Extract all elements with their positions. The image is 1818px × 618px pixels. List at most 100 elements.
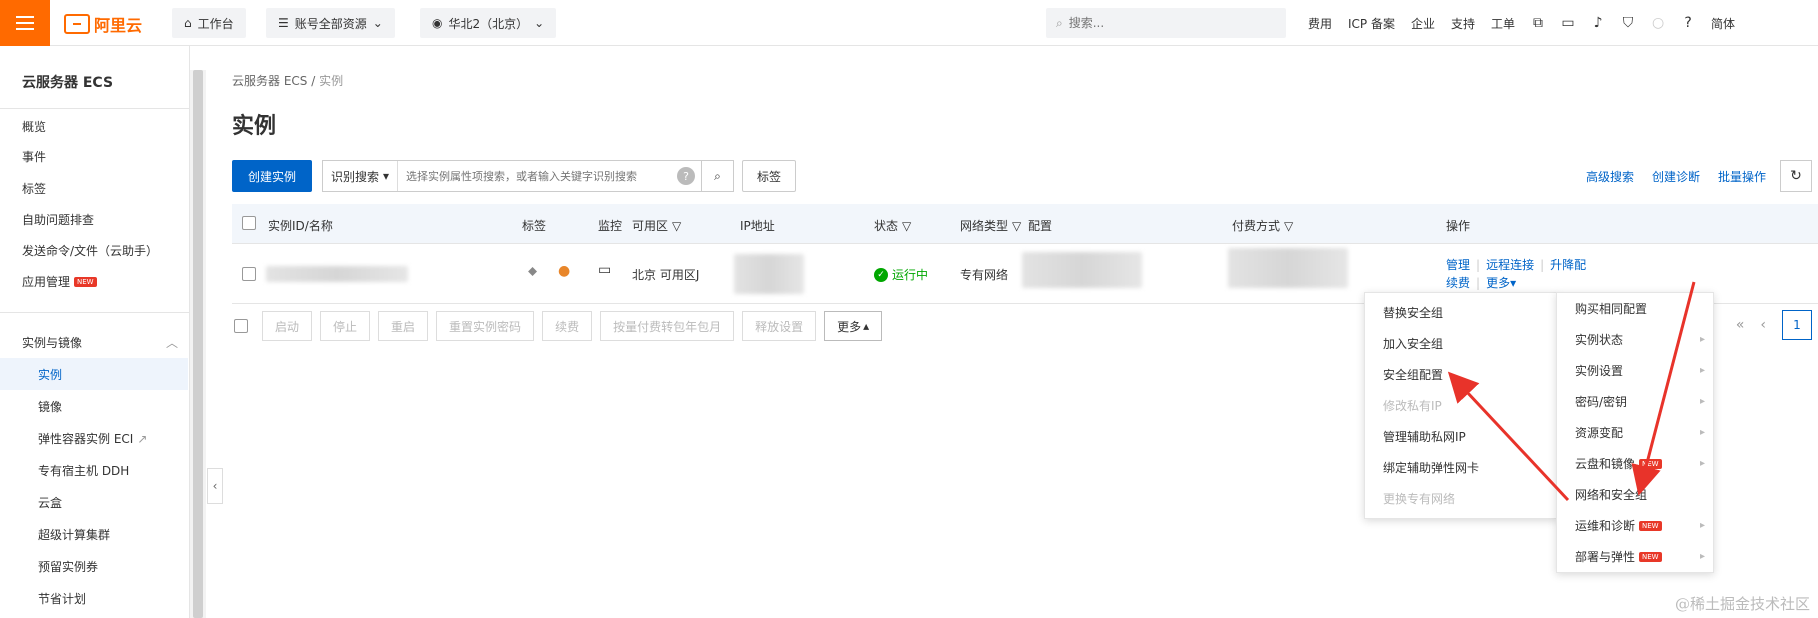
col-instance-id: 实例ID/名称 — [268, 219, 333, 233]
lightbulb-icon[interactable]: ○ — [1643, 0, 1673, 46]
menu-item-change-vpc[interactable]: 更换专有网络 — [1365, 483, 1557, 514]
bulk-renew-button[interactable]: 续费 — [542, 311, 593, 341]
manage-link[interactable]: 管理 — [1446, 256, 1470, 273]
breadcrumb-root[interactable]: 云服务器 ECS — [232, 74, 307, 88]
sidebar-item-cloud-assistant[interactable]: 发送命令/文件（云助手） — [22, 242, 158, 259]
menu-item-password-key[interactable]: 密码/密钥 ▸ — [1557, 386, 1713, 417]
bulk-stop-button[interactable]: 停止 — [320, 311, 371, 341]
table-header: 实例ID/名称 标签 监控 可用区 ▽ IP地址 状态 ▽ 网络类型 ▽ 配置 付费方… — [232, 204, 1818, 244]
menu-item-buy-same[interactable]: 购买相同配置 — [1557, 293, 1713, 324]
sidebar-collapse-button[interactable]: ‹ — [207, 468, 223, 504]
search-help-icon[interactable]: ? — [677, 167, 695, 185]
sidebar-item-instances[interactable]: 实例 — [38, 366, 62, 383]
hamburger-menu-button[interactable] — [0, 0, 50, 46]
create-diagnosis-link[interactable]: 创建诊断 — [1652, 168, 1700, 185]
instance-search: 识别搜索 ▾ ? — [322, 160, 702, 192]
bulk-release-settings-button[interactable]: 释放设置 — [742, 311, 817, 341]
cart-icon[interactable]: ⛉ — [1613, 0, 1643, 46]
chevron-right-icon: ▸ — [1699, 365, 1705, 376]
menu-item-ops-diagnosis[interactable]: 运维和诊断 NEW ▸ — [1557, 510, 1713, 541]
select-all-checkbox[interactable] — [242, 216, 256, 230]
sidebar-item-reserved[interactable]: 预留实例券 — [38, 558, 98, 575]
menu-item-deploy-elastic[interactable]: 部署与弹性 NEW ▸ — [1557, 541, 1713, 572]
chevron-right-icon: ▸ — [1699, 551, 1705, 562]
bulk-select-checkbox[interactable] — [232, 319, 254, 333]
menu-item-network-security[interactable]: 网络和安全组 — [1557, 479, 1713, 510]
search-button[interactable]: ⌕ — [702, 160, 734, 192]
first-page-icon[interactable]: « — [1736, 317, 1745, 333]
bulk-convert-billing-button[interactable]: 按量付费转包年包月 — [600, 311, 735, 341]
help-icon[interactable]: ? — [1673, 0, 1703, 46]
refresh-icon: ↻ — [1790, 168, 1802, 184]
menu-item-bind-eni[interactable]: 绑定辅助弹性网卡 — [1365, 452, 1557, 483]
sidebar-item-savings-plan[interactable]: 节省计划 — [38, 590, 86, 607]
ticket-link[interactable]: 工单 — [1483, 15, 1523, 32]
bulk-restart-button[interactable]: 重启 — [378, 311, 429, 341]
filter-icon[interactable]: ▽ — [1012, 219, 1021, 233]
menu-item-disk-image[interactable]: 云盘和镜像 NEW ▸ — [1557, 448, 1713, 479]
menu-item-security-group-config[interactable]: 安全组配置 — [1365, 359, 1557, 390]
instance-id-redacted[interactable] — [266, 266, 408, 282]
menu-item-replace-security-group[interactable]: 替换安全组 — [1365, 297, 1557, 328]
brand-logo[interactable]: 阿里云 — [64, 12, 142, 36]
prev-page-icon[interactable]: ‹ — [1760, 317, 1766, 333]
filter-icon[interactable]: ▽ — [902, 219, 911, 233]
sidebar-item-troubleshoot[interactable]: 自助问题排查 — [22, 211, 94, 228]
create-instance-button[interactable]: 创建实例 — [232, 160, 313, 192]
sidebar-item-ddh[interactable]: 专有宿主机 DDH — [38, 462, 129, 479]
monitor-icon[interactable]: ▭ — [598, 262, 611, 278]
sidebar-item-app-management[interactable]: 应用管理 NEW — [22, 273, 97, 290]
icp-link[interactable]: ICP 备案 — [1340, 15, 1403, 32]
sidebar-group-instances-images[interactable]: 实例与镜像 ︿ — [22, 334, 178, 351]
menu-item-instance-status[interactable]: 实例状态 ▸ — [1557, 324, 1713, 355]
sidebar-item-tags[interactable]: 标签 — [22, 180, 46, 197]
billing-redacted — [1228, 248, 1348, 288]
breadcrumb-current: 实例 — [319, 74, 344, 88]
language-switch[interactable]: 简体 — [1703, 15, 1743, 32]
filter-icon[interactable]: ▽ — [672, 219, 681, 233]
remote-connect-link[interactable]: 远程连接 — [1486, 256, 1534, 273]
workbench-button[interactable]: ⌂ 工作台 — [172, 8, 246, 38]
menu-item-join-security-group[interactable]: 加入安全组 — [1365, 328, 1557, 359]
instance-search-input[interactable] — [398, 169, 677, 183]
support-link[interactable]: 支持 — [1443, 15, 1483, 32]
global-search-input[interactable] — [1068, 16, 1259, 30]
resize-link[interactable]: 升降配 — [1550, 256, 1586, 273]
sidebar-item-overview[interactable]: 概览 — [22, 118, 46, 135]
sidebar-item-hpc[interactable]: 超级计算集群 — [38, 526, 110, 543]
menu-item-modify-private-ip[interactable]: 修改私有IP — [1365, 390, 1557, 421]
more-link[interactable]: 更多 — [1486, 274, 1510, 291]
menu-item-manage-secondary-ip[interactable]: 管理辅助私网IP — [1365, 421, 1557, 452]
filter-icon[interactable]: ▽ — [1284, 219, 1293, 233]
enterprise-link[interactable]: 企业 — [1403, 15, 1443, 32]
sidebar-scrollbar-thumb[interactable] — [193, 70, 203, 618]
menu-item-resource-change[interactable]: 资源变配 ▸ — [1557, 417, 1713, 448]
bulk-reset-password-button[interactable]: 重置实例密码 — [436, 311, 535, 341]
region-selector[interactable]: ◉ 华北2（北京） ⌄ — [420, 8, 557, 38]
breadcrumb: 云服务器 ECS / 实例 — [232, 72, 343, 89]
check-icon: ✓ — [874, 267, 888, 282]
bulk-more-button[interactable]: 更多 ▴ — [824, 311, 883, 341]
sidebar-item-cloudbox[interactable]: 云盒 — [38, 494, 62, 511]
terminal-icon[interactable]: ▭ — [1553, 0, 1583, 46]
sidebar-item-eci[interactable]: 弹性容器实例 ECI ↗ — [38, 430, 147, 447]
sidebar-item-images[interactable]: 镜像 — [38, 398, 62, 415]
search-mode-select[interactable]: 识别搜索 ▾ — [323, 161, 399, 191]
bulk-start-button[interactable]: 启动 — [262, 311, 313, 341]
sidebar-item-events[interactable]: 事件 — [22, 148, 46, 165]
tag-filter-button[interactable]: 标签 — [742, 160, 797, 192]
refresh-button[interactable]: ↻ — [1780, 160, 1812, 192]
advanced-search-link[interactable]: 高级搜索 — [1586, 168, 1634, 185]
tag-icon[interactable]: ⬥ — [528, 264, 537, 279]
fee-link[interactable]: 费用 — [1300, 15, 1340, 32]
menu-item-instance-settings[interactable]: 实例设置 ▸ — [1557, 355, 1713, 386]
batch-operation-link[interactable]: 批量操作 — [1718, 168, 1766, 185]
plugin-icon[interactable]: ● — [558, 263, 570, 279]
bell-icon[interactable]: ♪ — [1583, 0, 1613, 46]
renew-link[interactable]: 续费 — [1446, 274, 1470, 291]
global-search[interactable]: ⌕ — [1046, 8, 1286, 38]
resources-selector[interactable]: ☰ 账号全部资源 ⌄ — [266, 8, 395, 38]
page-number-current[interactable]: 1 — [1782, 310, 1812, 340]
code-icon[interactable]: ⧉ — [1523, 0, 1553, 46]
row-checkbox[interactable] — [242, 267, 256, 281]
